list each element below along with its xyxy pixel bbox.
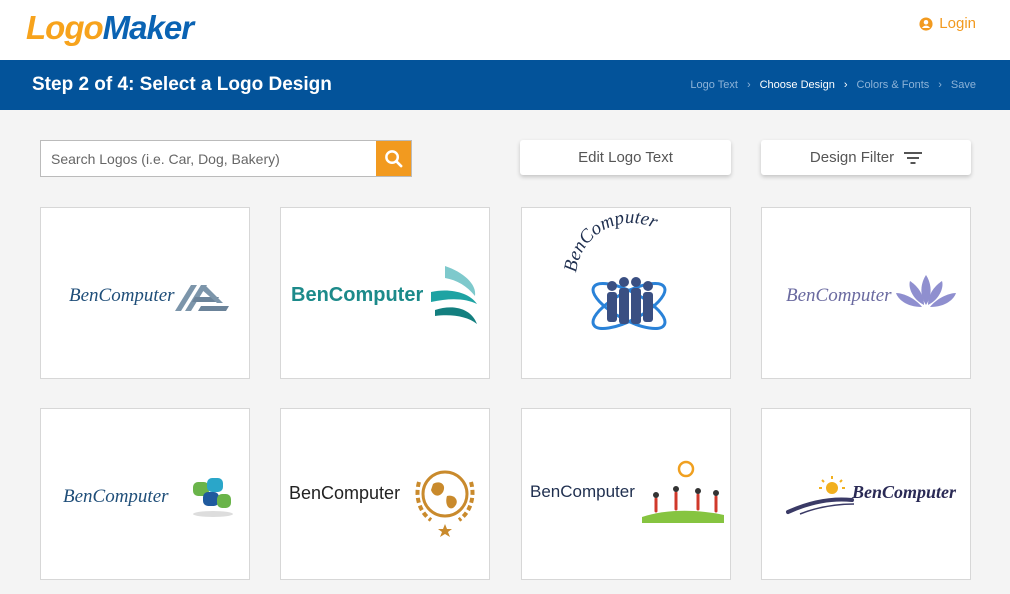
logo-card[interactable]: BenComputer (280, 207, 490, 379)
logo-card[interactable]: BenComputer (280, 408, 490, 580)
chevron-right-icon: › (938, 79, 942, 91)
top-bar: LogoMaker Login (0, 0, 1010, 60)
controls-row: Edit Logo Text Design Filter (40, 140, 972, 177)
chevron-right-icon: › (746, 79, 751, 91)
people-globe-orbit-icon (591, 277, 667, 330)
step-title: Step 2 of 4: Select a Logo Design (32, 74, 332, 95)
logo-text: BenComputer (69, 285, 175, 306)
globe-laurel-icon (415, 470, 475, 537)
triangle-stripes-icon (175, 285, 229, 311)
search-input[interactable] (41, 141, 376, 176)
logo-card[interactable]: BenComputer (521, 408, 731, 580)
breadcrumb-save[interactable]: Save (951, 79, 976, 91)
chevron-right-icon: › (843, 79, 848, 91)
breadcrumb-logo-text[interactable]: Logo Text (690, 79, 738, 91)
logo-text: BenComputer (530, 482, 635, 501)
breadcrumb: Logo Text › Choose Design › Colors & Fon… (690, 79, 976, 91)
kids-sun-icon (642, 460, 724, 523)
breadcrumb-colors-fonts[interactable]: Colors & Fonts (857, 79, 930, 91)
logo-text: BenComputer (291, 284, 423, 306)
user-circle-icon (919, 16, 933, 31)
logo-preview: BenComputer (786, 476, 957, 515)
logo-card[interactable]: BenComputer (761, 408, 971, 580)
logo-preview: BenComputer (69, 285, 229, 311)
logo-preview: BenComputer (560, 208, 667, 330)
logo-text: BenComputer (851, 482, 957, 502)
logo-text: BenComputer (63, 486, 169, 507)
search-box (40, 140, 412, 177)
login-label: Login (939, 15, 976, 32)
login-link[interactable]: Login (919, 15, 976, 32)
breadcrumb-choose-design[interactable]: Choose Design (760, 79, 835, 91)
logo-text: BenComputer (786, 285, 892, 306)
logo-preview: BenComputer (530, 460, 724, 523)
logo-card[interactable]: BenComputer (761, 207, 971, 379)
filter-icon (904, 151, 923, 164)
logo-card[interactable]: BenComputer (40, 207, 250, 379)
logo-preview: BenComputer (786, 275, 956, 307)
logo-preview: BenComputer (63, 478, 233, 517)
logomaker-logo[interactable]: LogoMaker (26, 8, 194, 48)
search-icon (385, 150, 403, 168)
logo-card[interactable]: BenComputer (40, 408, 250, 580)
logo-text: BenComputer (560, 208, 661, 274)
teal-wings-icon (431, 266, 477, 324)
sun-road-icon (786, 476, 855, 515)
puzzle-cross-icon (193, 478, 233, 517)
logo-text: BenComputer (289, 483, 400, 503)
step-bar: Step 2 of 4: Select a Logo Design Logo T… (0, 60, 1010, 110)
lotus-icon (896, 275, 956, 307)
edit-logo-text-button[interactable]: Edit Logo Text (520, 140, 731, 175)
design-filter-button[interactable]: Design Filter (761, 140, 971, 175)
logo-card[interactable]: BenComputer (521, 207, 731, 379)
logo-preview: BenComputer (291, 266, 477, 324)
search-button[interactable] (376, 141, 411, 176)
logo-preview: BenComputer (289, 470, 475, 537)
